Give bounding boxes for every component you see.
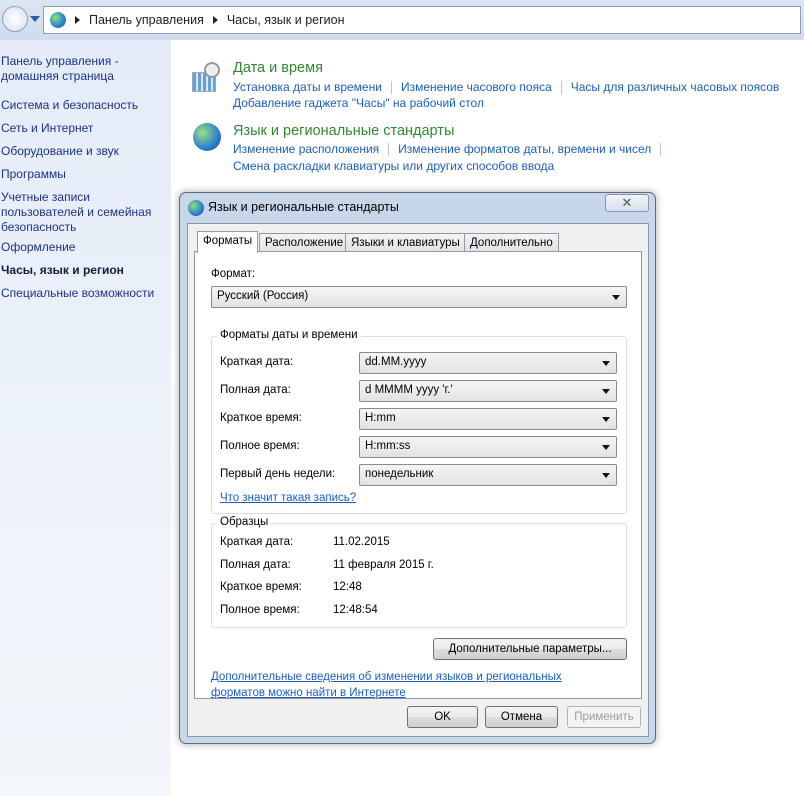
samples-group: Образцы Краткая дата: 11.02.2015 Полная …	[211, 516, 627, 628]
short-time-select[interactable]: H:mm	[359, 408, 617, 430]
sidebar: Панель управления - домашняя страница Си…	[0, 40, 171, 796]
back-button[interactable]	[2, 6, 28, 32]
online-info-link-2[interactable]: форматов можно найти в Интернете	[211, 687, 406, 699]
calendar-clock-icon	[190, 62, 222, 94]
address-bar[interactable]: Панель управления Часы, язык и регион	[43, 6, 801, 34]
control-panel-icon	[50, 12, 66, 28]
dialog-body: Форматы Расположение Языки и клавиатуры …	[187, 223, 649, 737]
dialog-globe-icon	[188, 200, 204, 216]
link-multiple-clocks[interactable]: Часы для различных часовых поясов	[571, 80, 780, 94]
history-dropdown-icon[interactable]	[30, 16, 40, 22]
apply-button[interactable]: Применить	[567, 706, 641, 728]
link-change-formats[interactable]: Изменение форматов даты, времени и чисел	[398, 142, 651, 156]
link-add-clock-gadget[interactable]: Добавление гаджета "Часы" на рабочий сто…	[233, 96, 484, 110]
sidebar-item-appearance[interactable]: Оформление	[1, 240, 169, 255]
region-dialog: Язык и региональные стандарты ✕ Форматы …	[179, 192, 656, 744]
navigation-bar: Панель управления Часы, язык и регион	[0, 0, 804, 40]
sample-label: Краткая дата:	[220, 536, 294, 548]
additional-settings-button[interactable]: Дополнительные параметры...	[433, 638, 627, 660]
cancel-button[interactable]: Отмена	[485, 706, 558, 728]
link-change-location[interactable]: Изменение расположения	[233, 142, 379, 156]
sidebar-item-hardware[interactable]: Оборудование и звук	[1, 144, 169, 159]
formats-panel: Формат: Русский (Россия) Форматы даты и …	[194, 251, 642, 699]
date-time-links: Установка даты и времени Изменение часово…	[233, 80, 798, 95]
tab-location[interactable]: Расположение	[259, 233, 350, 252]
group-title: Форматы даты и времени	[217, 329, 361, 341]
sidebar-item-network[interactable]: Сеть и Интернет	[1, 121, 169, 136]
ok-button[interactable]: OK	[407, 706, 478, 728]
long-time-label: Полное время:	[220, 440, 300, 452]
short-time-label: Краткое время:	[220, 412, 302, 424]
long-time-select[interactable]: H:mm:ss	[359, 436, 617, 458]
sidebar-item-home[interactable]: Панель управления - домашняя страница	[1, 54, 169, 84]
format-label: Формат:	[211, 268, 256, 280]
sidebar-item-accessibility[interactable]: Специальные возможности	[1, 286, 169, 301]
sample-label: Полная дата:	[220, 559, 291, 571]
sidebar-item-clock-region[interactable]: Часы, язык и регион	[1, 263, 169, 278]
sample-label: Полное время:	[220, 604, 300, 616]
date-time-formats-group: Форматы даты и времени Краткая дата: dd.…	[211, 329, 627, 514]
category-region-title[interactable]: Язык и региональные стандарты	[233, 123, 454, 139]
long-date-select[interactable]: d MMMM yyyy 'г.'	[359, 380, 617, 402]
tab-keyboards[interactable]: Языки и клавиатуры	[345, 233, 466, 252]
sample-value: 12:48:54	[333, 604, 378, 616]
sidebar-item-accounts[interactable]: Учетные записи пользователей и семейная …	[1, 190, 169, 235]
breadcrumb-clock-region[interactable]: Часы, язык и регион	[227, 13, 345, 27]
online-info-link-1[interactable]: Дополнительные сведения об изменении язы…	[211, 671, 562, 683]
link-change-keyboard[interactable]: Смена раскладки клавиатуры или других сп…	[233, 159, 554, 173]
first-day-select[interactable]: понедельник	[359, 464, 617, 486]
samples-title: Образцы	[217, 516, 272, 528]
breadcrumb-control-panel[interactable]: Панель управления	[89, 13, 204, 27]
sidebar-item-programs[interactable]: Программы	[1, 167, 169, 182]
chevron-right-icon[interactable]	[212, 16, 218, 24]
tab-formats[interactable]: Форматы	[197, 231, 259, 253]
region-links: Изменение расположения Изменение форматов…	[233, 142, 798, 157]
dialog-title: Язык и региональные стандарты	[208, 200, 399, 214]
first-day-label: Первый день недели:	[220, 468, 336, 480]
chevron-right-icon[interactable]	[75, 16, 80, 24]
sample-value: 11.02.2015	[333, 536, 390, 548]
long-date-label: Полная дата:	[220, 384, 291, 396]
link-change-timezone[interactable]: Изменение часового пояса	[401, 80, 552, 94]
short-date-select[interactable]: dd.MM.yyyy	[359, 352, 617, 374]
sidebar-item-security[interactable]: Система и безопасность	[1, 98, 169, 113]
notation-help-link[interactable]: Что значит такая запись?	[220, 492, 356, 504]
globe-clock-icon	[193, 123, 221, 151]
link-set-date-time[interactable]: Установка даты и времени	[233, 80, 382, 94]
sample-value: 11 февраля 2015 г.	[333, 559, 434, 571]
tab-administrative[interactable]: Дополнительно	[464, 233, 559, 252]
category-date-time-title[interactable]: Дата и время	[233, 60, 323, 76]
format-select[interactable]: Русский (Россия)	[211, 286, 627, 308]
short-date-label: Краткая дата:	[220, 356, 294, 368]
close-button[interactable]: ✕	[605, 194, 649, 212]
sample-label: Краткое время:	[220, 581, 302, 593]
sample-value: 12:48	[333, 581, 362, 593]
